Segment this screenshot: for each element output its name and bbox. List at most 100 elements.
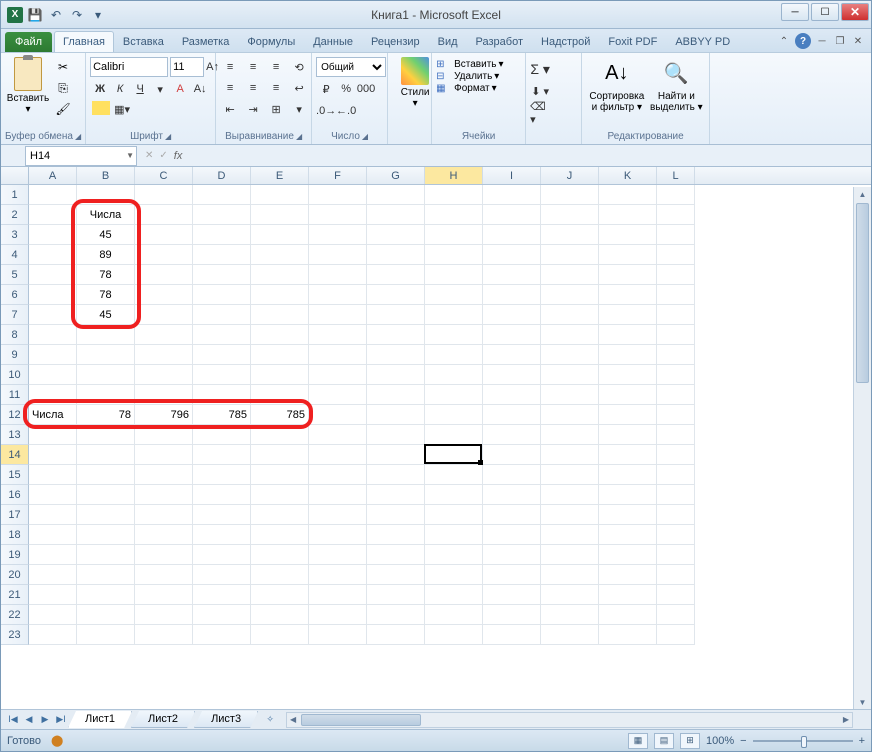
cell-A8[interactable]: [29, 325, 77, 345]
cell-A22[interactable]: [29, 605, 77, 625]
row-header-23[interactable]: 23: [1, 625, 29, 645]
cell-D5[interactable]: [193, 265, 251, 285]
cell-G11[interactable]: [367, 385, 425, 405]
horizontal-scrollbar[interactable]: ◀ ▶: [286, 712, 853, 728]
row-header-15[interactable]: 15: [1, 465, 29, 485]
cell-C19[interactable]: [135, 545, 193, 565]
row-header-6[interactable]: 6: [1, 285, 29, 305]
align-middle-button[interactable]: ≡: [243, 57, 263, 77]
font-size-select[interactable]: [170, 57, 204, 77]
vscroll-thumb[interactable]: [856, 203, 869, 383]
borders-dropdown[interactable]: ▦▾: [112, 99, 132, 119]
cell-L4[interactable]: [657, 245, 695, 265]
cell-I11[interactable]: [483, 385, 541, 405]
cell-J18[interactable]: [541, 525, 599, 545]
italic-button[interactable]: К: [110, 79, 130, 99]
col-header-G[interactable]: G: [367, 167, 425, 184]
cell-I20[interactable]: [483, 565, 541, 585]
cell-E21[interactable]: [251, 585, 309, 605]
cell-K1[interactable]: [599, 185, 657, 205]
row-header-17[interactable]: 17: [1, 505, 29, 525]
cell-G20[interactable]: [367, 565, 425, 585]
cell-D17[interactable]: [193, 505, 251, 525]
cell-L20[interactable]: [657, 565, 695, 585]
border-button[interactable]: ▾: [150, 79, 170, 99]
cell-L3[interactable]: [657, 225, 695, 245]
cell-I7[interactable]: [483, 305, 541, 325]
cell-E17[interactable]: [251, 505, 309, 525]
font-name-select[interactable]: [90, 57, 168, 77]
ribbon-tab-2[interactable]: Разметка: [173, 31, 239, 52]
tab-nav-next[interactable]: ▶: [37, 712, 53, 728]
col-header-F[interactable]: F: [309, 167, 367, 184]
cell-J9[interactable]: [541, 345, 599, 365]
ribbon-tab-7[interactable]: Разработ: [467, 31, 532, 52]
sheet-tab-2[interactable]: Лист3: [194, 711, 258, 728]
cell-C22[interactable]: [135, 605, 193, 625]
decrease-indent-button[interactable]: ⇤: [220, 99, 240, 119]
cell-K22[interactable]: [599, 605, 657, 625]
cell-A12[interactable]: Числа: [29, 405, 77, 425]
cell-I15[interactable]: [483, 465, 541, 485]
cell-D2[interactable]: [193, 205, 251, 225]
cell-A10[interactable]: [29, 365, 77, 385]
cell-A23[interactable]: [29, 625, 77, 645]
cell-K2[interactable]: [599, 205, 657, 225]
row-header-5[interactable]: 5: [1, 265, 29, 285]
row-header-12[interactable]: 12: [1, 405, 29, 425]
cell-G9[interactable]: [367, 345, 425, 365]
cell-L16[interactable]: [657, 485, 695, 505]
cell-E22[interactable]: [251, 605, 309, 625]
cell-D20[interactable]: [193, 565, 251, 585]
tab-nav-prev[interactable]: ◀: [21, 712, 37, 728]
name-box-dropdown-icon[interactable]: ▼: [126, 151, 134, 160]
cell-J11[interactable]: [541, 385, 599, 405]
cell-I21[interactable]: [483, 585, 541, 605]
qat-customize-dropdown[interactable]: ▾: [89, 6, 107, 24]
row-header-22[interactable]: 22: [1, 605, 29, 625]
cell-I1[interactable]: [483, 185, 541, 205]
cell-A17[interactable]: [29, 505, 77, 525]
row-header-11[interactable]: 11: [1, 385, 29, 405]
col-header-B[interactable]: B: [77, 167, 135, 184]
ribbon-tab-8[interactable]: Надстрой: [532, 31, 599, 52]
row-header-20[interactable]: 20: [1, 565, 29, 585]
cell-C6[interactable]: [135, 285, 193, 305]
cell-G3[interactable]: [367, 225, 425, 245]
cell-D13[interactable]: [193, 425, 251, 445]
cell-B21[interactable]: [77, 585, 135, 605]
cell-A20[interactable]: [29, 565, 77, 585]
cell-G2[interactable]: [367, 205, 425, 225]
cell-B5[interactable]: 78: [77, 265, 135, 285]
select-all-corner[interactable]: [1, 167, 29, 184]
doc-minimize-icon[interactable]: ─: [815, 35, 829, 47]
fill-button[interactable]: ⬇ ▾: [530, 81, 550, 101]
cell-F17[interactable]: [309, 505, 367, 525]
doc-restore-icon[interactable]: ❐: [833, 35, 847, 47]
currency-button[interactable]: ₽: [316, 79, 336, 99]
cell-F13[interactable]: [309, 425, 367, 445]
cell-H14[interactable]: [425, 445, 483, 465]
cell-D14[interactable]: [193, 445, 251, 465]
cell-E9[interactable]: [251, 345, 309, 365]
cell-B19[interactable]: [77, 545, 135, 565]
qat-save-button[interactable]: 💾: [26, 6, 44, 24]
orientation-button[interactable]: ⟲: [289, 57, 309, 77]
format-cells-button[interactable]: ▦Формат ▾: [436, 83, 521, 94]
col-header-K[interactable]: K: [599, 167, 657, 184]
cell-J15[interactable]: [541, 465, 599, 485]
cell-F19[interactable]: [309, 545, 367, 565]
cell-F15[interactable]: [309, 465, 367, 485]
cell-E7[interactable]: [251, 305, 309, 325]
cell-F12[interactable]: [309, 405, 367, 425]
cell-D11[interactable]: [193, 385, 251, 405]
zoom-knob[interactable]: [801, 736, 807, 748]
cell-E10[interactable]: [251, 365, 309, 385]
qat-redo-button[interactable]: ↷: [68, 6, 86, 24]
merge-button[interactable]: ⊞: [266, 99, 286, 119]
hscroll-thumb[interactable]: [301, 714, 421, 726]
cell-I10[interactable]: [483, 365, 541, 385]
cells-area[interactable]: Числа4589787845Числа78796785785: [29, 185, 871, 645]
cell-C12[interactable]: 796: [135, 405, 193, 425]
cell-F9[interactable]: [309, 345, 367, 365]
